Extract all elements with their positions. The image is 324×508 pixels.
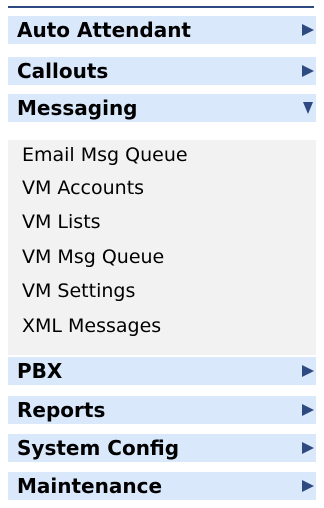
menu-item-label: Reports <box>17 398 106 422</box>
menu-item-label: PBX <box>17 359 63 383</box>
menu-item-label: Maintenance <box>17 474 163 498</box>
submenu-item-vm-settings[interactable]: VM Settings <box>22 280 135 302</box>
arrow-right-icon <box>302 404 314 416</box>
menu-item-label: System Config <box>17 436 180 460</box>
submenu-item-email-msg-queue[interactable]: Email Msg Queue <box>22 144 188 166</box>
submenu-item-xml-messages[interactable]: XML Messages <box>22 315 161 337</box>
navigation-menu: Auto Attendant Callouts Messaging Email … <box>0 0 324 508</box>
menu-item-pbx[interactable]: PBX <box>8 357 316 385</box>
submenu-item-vm-lists[interactable]: VM Lists <box>22 211 101 233</box>
menu-item-auto-attendant[interactable]: Auto Attendant <box>8 16 316 44</box>
arrow-right-icon <box>302 442 314 454</box>
arrow-right-icon <box>302 365 314 377</box>
menu-item-system-config[interactable]: System Config <box>8 434 316 462</box>
submenu-item-vm-accounts[interactable]: VM Accounts <box>22 177 144 199</box>
arrow-right-icon <box>302 480 314 492</box>
messaging-submenu: Email Msg Queue VM Accounts VM Lists VM … <box>8 140 316 355</box>
arrow-right-icon <box>302 65 314 77</box>
arrow-down-icon <box>303 102 313 114</box>
arrow-right-icon <box>302 24 314 36</box>
menu-item-callouts[interactable]: Callouts <box>8 57 316 85</box>
menu-top-border <box>8 6 314 8</box>
submenu-item-vm-msg-queue[interactable]: VM Msg Queue <box>22 246 164 268</box>
menu-item-messaging[interactable]: Messaging <box>8 94 316 122</box>
menu-item-maintenance[interactable]: Maintenance <box>8 472 316 500</box>
menu-item-label: Auto Attendant <box>17 18 191 42</box>
menu-item-label: Messaging <box>17 96 138 120</box>
menu-item-reports[interactable]: Reports <box>8 396 316 424</box>
menu-item-label: Callouts <box>17 59 109 83</box>
